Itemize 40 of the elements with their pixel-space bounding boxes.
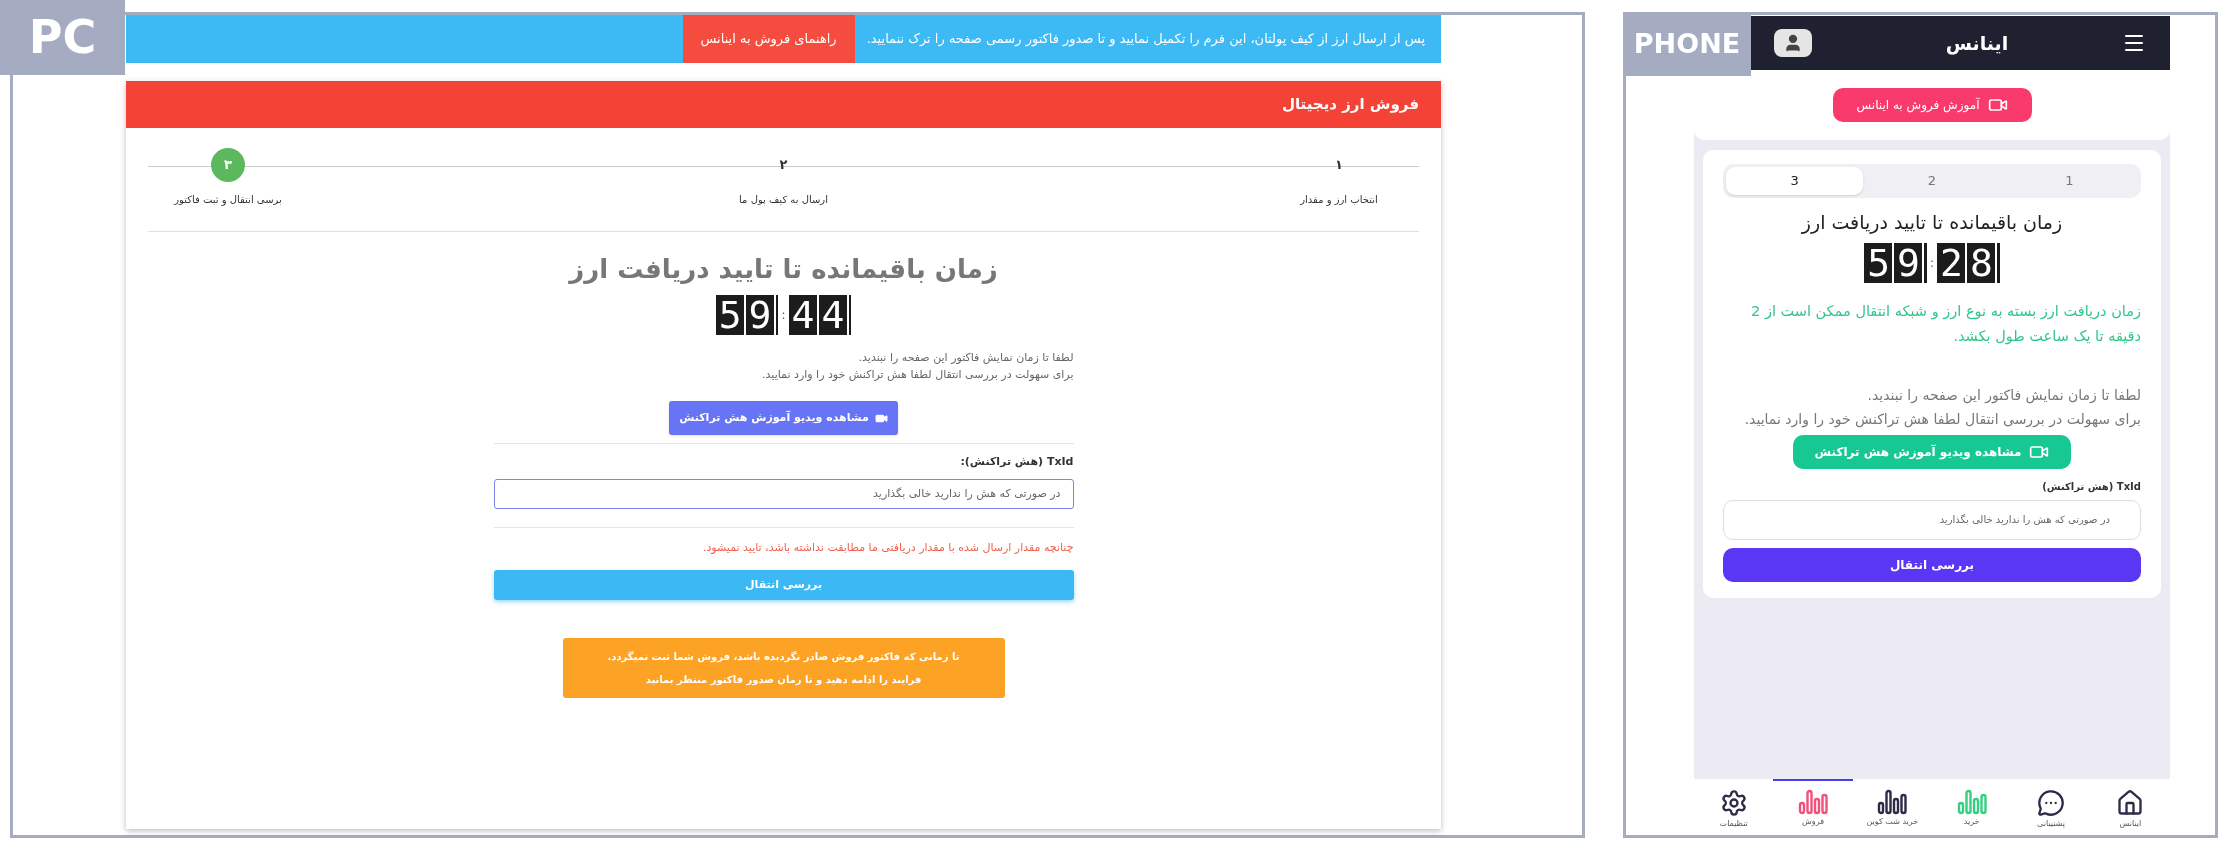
- note-text: برای سهولت در بررسی انتقال لطفا هش تراکنش خود را وارد نمایید.: [1743, 409, 2141, 430]
- check-transfer-button[interactable]: بررسی انتقال: [1723, 547, 2141, 582]
- nav-item[interactable]: اینانس: [2090, 779, 2170, 835]
- info-text: زمان دریافت ارز بسته به نوع ارز و شبکه انتقال ممکن است از 2 دقیقه تا یک ساعت طول بکشد.: [1750, 301, 2141, 347]
- nav-item[interactable]: خرید شت کوین: [1852, 779, 1932, 835]
- note-text: برای سهولت در بررسی انتقال لطفا هش تراکنش خود را وارد نمایید.: [762, 367, 1074, 383]
- step-tab[interactable]: 1: [2000, 167, 2138, 195]
- timer-separator: :: [781, 307, 786, 324]
- step-number: ۱: [1334, 156, 1344, 175]
- guide-button[interactable]: راهنمای فروش به اینانس: [682, 15, 855, 63]
- countdown-title: زمان باقیمانده تا تایید دریافت ارز: [1801, 210, 2063, 236]
- timer-separator: :: [1930, 254, 1935, 272]
- frame-label: PC: [0, 0, 125, 75]
- txid-input[interactable]: در صورتی که هش را ندارید خالی بگذارید: [493, 478, 1074, 509]
- avatar-icon[interactable]: [1774, 29, 1812, 57]
- step-label: ارسال به کیف پول ما: [739, 193, 828, 207]
- step-number: ۲: [778, 156, 789, 175]
- step-label: برسی انتقال و ثبت فاکتور: [174, 193, 282, 207]
- step-tab[interactable]: 2: [1863, 167, 2001, 195]
- notice-text: تا زمانی که فاکتور فروش صادر نگردیده باشد، فروش شما ثبت نمیگردد.: [607, 650, 960, 664]
- nav-item[interactable]: پشتیبانی: [2011, 779, 2091, 835]
- frame-label: PHONE: [1623, 12, 1751, 76]
- note-text: لطفا تا زمان نمایش فاکتور این صفحه را نبندید.: [858, 350, 1074, 366]
- banner-text: پس از ارسال ارز از کیف پولتان، این فرم را تکمیل نمایید و تا صدور فاکتور رسمی صفحه را ترک ننمایید.: [866, 30, 1425, 49]
- notice-text: فرایند را ادامه دهید و تا زمان صدور فاکتور منتظر بمانید: [645, 673, 922, 687]
- sell-tutorial-button[interactable]: آموزش فروش به اینانس: [1832, 88, 2032, 122]
- step-label: انتخاب ارز و مقدار: [1300, 193, 1378, 207]
- note-text: لطفا تا زمان نمایش فاکتور این صفحه را نبندید.: [1866, 385, 2141, 406]
- countdown-title: زمان باقیمانده تا تایید دریافت ارز: [569, 253, 998, 286]
- step-number: ۳: [211, 148, 245, 182]
- video-tutorial-button[interactable]: مشاهده ویدیو آموزش هش تراکنش: [669, 401, 898, 435]
- txid-label: TxId (هش تراکنش): [2042, 479, 2141, 494]
- nav-item[interactable]: فروش: [1773, 779, 1853, 835]
- nav-item[interactable]: خرید: [1932, 779, 2012, 835]
- app-title: اینانس: [1945, 30, 2009, 57]
- warning-text: چنانچه مقدار ارسال شده با مقدار دریافتی ما مطابقت نداشته باشد، تایید نمیشود.: [702, 539, 1074, 556]
- card-title: فروش ارز دیجیتال: [1281, 94, 1419, 116]
- step-tab[interactable]: 3: [1726, 167, 1864, 195]
- nav-item[interactable]: تنظیمات: [1694, 779, 1774, 835]
- txid-label: TxId (هش تراکنش):: [960, 454, 1074, 470]
